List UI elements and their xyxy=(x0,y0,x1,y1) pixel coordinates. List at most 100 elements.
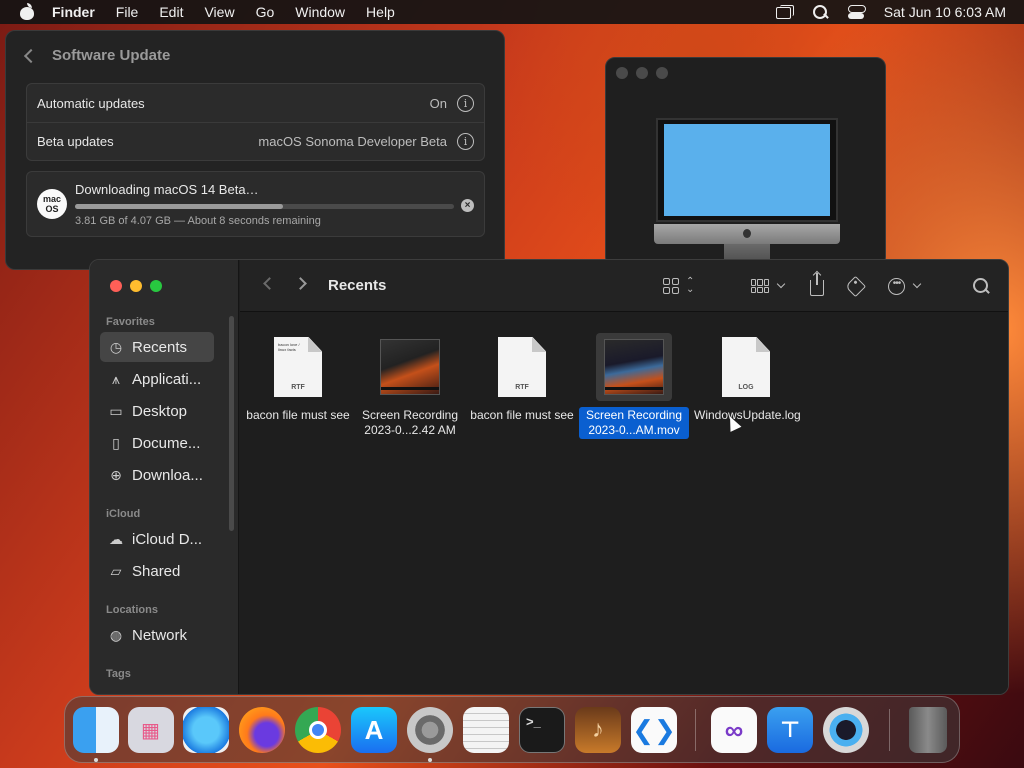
menu-edit[interactable]: Edit xyxy=(159,4,183,20)
forward-icon[interactable] xyxy=(294,277,307,290)
dock-keynote-icon[interactable]: ⊤ xyxy=(767,707,813,753)
video-thumbnail-icon xyxy=(380,339,440,395)
menu-view[interactable]: View xyxy=(204,4,234,20)
dock-textedit-icon[interactable] xyxy=(463,707,509,753)
document-icon: ▯ xyxy=(112,434,120,451)
shared-folder-icon: ▱ xyxy=(110,562,122,579)
menu-bar: Finder File Edit View Go Window Help Sat… xyxy=(0,0,1024,24)
sidebar-item-icloud-drive[interactable]: ☁ iCloud D... xyxy=(100,524,214,554)
imac-chin xyxy=(654,224,840,244)
file-item[interactable]: RTF bacon file must see xyxy=(466,333,578,424)
file-thumbnail xyxy=(372,333,448,401)
software-update-window: Software Update Automatic updates On i B… xyxy=(5,30,505,270)
applications-icon: ⩚ xyxy=(112,370,120,387)
sidebar-item-downloads[interactable]: ⊕ Downloa... xyxy=(100,460,214,490)
desktop-icon: ▭ xyxy=(109,402,123,419)
dock-firefox-icon[interactable] xyxy=(239,707,285,753)
sidebar-item-recents[interactable]: ◷ Recents xyxy=(100,332,214,362)
dock-terminal-icon[interactable]: >_ xyxy=(519,707,565,753)
share-button[interactable] xyxy=(810,273,824,298)
more-actions-button[interactable]: ••• xyxy=(888,274,922,298)
update-settings-group: Automatic updates On i Beta updates macO… xyxy=(26,83,485,161)
ellipsis-icon: ••• xyxy=(888,277,905,295)
stage-manager-icon[interactable] xyxy=(775,5,794,19)
file-item[interactable]: bacon love / linux facts RTF bacon file … xyxy=(242,333,354,424)
dock-garageband-icon[interactable]: ♪ xyxy=(575,707,621,753)
menu-file[interactable]: File xyxy=(116,4,139,20)
file-thumbnail: RTF xyxy=(484,333,560,401)
file-name: bacon file must see xyxy=(470,408,574,422)
imac-display xyxy=(664,124,830,216)
search-icon xyxy=(973,278,989,294)
up-down-chevron-icon: ⌃ ⌄ xyxy=(686,276,695,295)
menu-window[interactable]: Window xyxy=(295,4,345,20)
about-this-mac-window xyxy=(605,57,886,267)
file-item[interactable]: Screen Recording 2023-0...2.42 AM xyxy=(354,333,466,439)
sidebar-item-desktop[interactable]: ▭ Desktop xyxy=(100,396,214,426)
group-by-button[interactable] xyxy=(751,274,786,298)
sidebar-item-documents[interactable]: ▯ Docume... xyxy=(100,428,214,458)
dock: ▦ A >_ ♪ ❮❯ ∞ ⊤ xyxy=(64,696,960,763)
chevron-down-icon xyxy=(912,279,922,289)
back-icon[interactable] xyxy=(263,277,276,290)
group-grid-icon xyxy=(751,279,769,293)
cancel-download-icon[interactable]: × xyxy=(461,199,474,212)
close-button-inactive[interactable] xyxy=(616,67,628,79)
tag-icon xyxy=(844,275,867,297)
file-thumbnail xyxy=(596,333,672,401)
file-item-selected[interactable]: Screen Recording 2023-0...AM.mov xyxy=(578,333,690,439)
log-document-icon: LOG xyxy=(722,337,770,397)
automatic-updates-info-icon[interactable]: i xyxy=(457,94,474,112)
beta-updates-row[interactable]: Beta updates macOS Sonoma Developer Beta… xyxy=(27,122,484,160)
dock-trash-icon[interactable] xyxy=(909,707,947,753)
menu-help[interactable]: Help xyxy=(366,4,395,20)
minimize-button[interactable] xyxy=(130,280,142,292)
zoom-button[interactable] xyxy=(150,280,162,292)
globe-icon: ◍ xyxy=(109,626,123,643)
finder-sidebar: Favorites ◷ Recents ⩚ Applicati... ▭ Des… xyxy=(90,260,239,694)
close-button[interactable] xyxy=(110,280,122,292)
sidebar-item-network[interactable]: ◍ Network xyxy=(100,620,214,650)
sidebar-item-shared[interactable]: ▱ Shared xyxy=(100,556,214,586)
dock-finder-icon[interactable] xyxy=(73,707,119,753)
back-chevron-icon[interactable] xyxy=(23,48,39,63)
sidebar-item-label: Shared xyxy=(132,562,181,580)
dock-safari-icon[interactable] xyxy=(183,707,229,753)
menu-go[interactable]: Go xyxy=(256,4,275,20)
automatic-updates-row[interactable]: Automatic updates On i xyxy=(27,84,484,122)
file-name: Screen Recording 2023-0...2.42 AM xyxy=(361,408,459,437)
zoom-button-inactive[interactable] xyxy=(656,67,668,79)
dock-chrome-icon[interactable] xyxy=(295,707,341,753)
spotlight-search-icon[interactable] xyxy=(812,5,830,19)
minimize-button-inactive[interactable] xyxy=(636,67,648,79)
download-progress-bar xyxy=(75,204,454,209)
download-progress-group: mac OS Downloading macOS 14 Beta… 3.81 G… xyxy=(26,171,485,237)
file-name: bacon file must see xyxy=(246,408,350,422)
sidebar-section-tags: Tags xyxy=(106,668,131,680)
sidebar-item-applications[interactable]: ⩚ Applicati... xyxy=(100,364,214,394)
imac-illustration xyxy=(656,118,838,222)
dock-system-settings-icon[interactable] xyxy=(407,707,453,753)
window-controls-inactive xyxy=(616,67,668,79)
automatic-updates-value: On xyxy=(429,95,447,111)
tags-button[interactable] xyxy=(844,274,867,298)
file-item[interactable]: LOG WindowsUpdate.log xyxy=(690,333,802,424)
dock-launchpad-icon[interactable]: ▦ xyxy=(128,707,174,753)
finder-toolbar: Recents ⌃ ⌄ ••• xyxy=(240,260,1008,312)
menu-bar-clock[interactable]: Sat Jun 10 6:03 AM xyxy=(884,4,1006,20)
file-thumbnail: LOG xyxy=(708,333,784,401)
sidebar-item-label: Network xyxy=(132,626,188,644)
beta-updates-value: macOS Sonoma Developer Beta xyxy=(258,134,447,149)
beta-updates-info-icon[interactable]: i xyxy=(457,133,474,150)
apple-menu-icon[interactable] xyxy=(20,3,34,20)
search-button[interactable] xyxy=(973,274,989,298)
dock-app-store-icon[interactable]: A xyxy=(351,707,397,753)
clock-icon: ◷ xyxy=(109,338,123,355)
dock-visual-studio-icon[interactable]: ∞ xyxy=(711,707,757,753)
menu-app-finder[interactable]: Finder xyxy=(52,4,95,20)
view-mode-button[interactable]: ⌃ ⌄ xyxy=(663,274,694,298)
dock-quicktime-icon[interactable] xyxy=(823,707,869,753)
dock-vscode-icon[interactable]: ❮❯ xyxy=(631,707,677,753)
control-center-icon[interactable] xyxy=(847,5,866,19)
sidebar-scrollbar[interactable] xyxy=(229,316,234,531)
